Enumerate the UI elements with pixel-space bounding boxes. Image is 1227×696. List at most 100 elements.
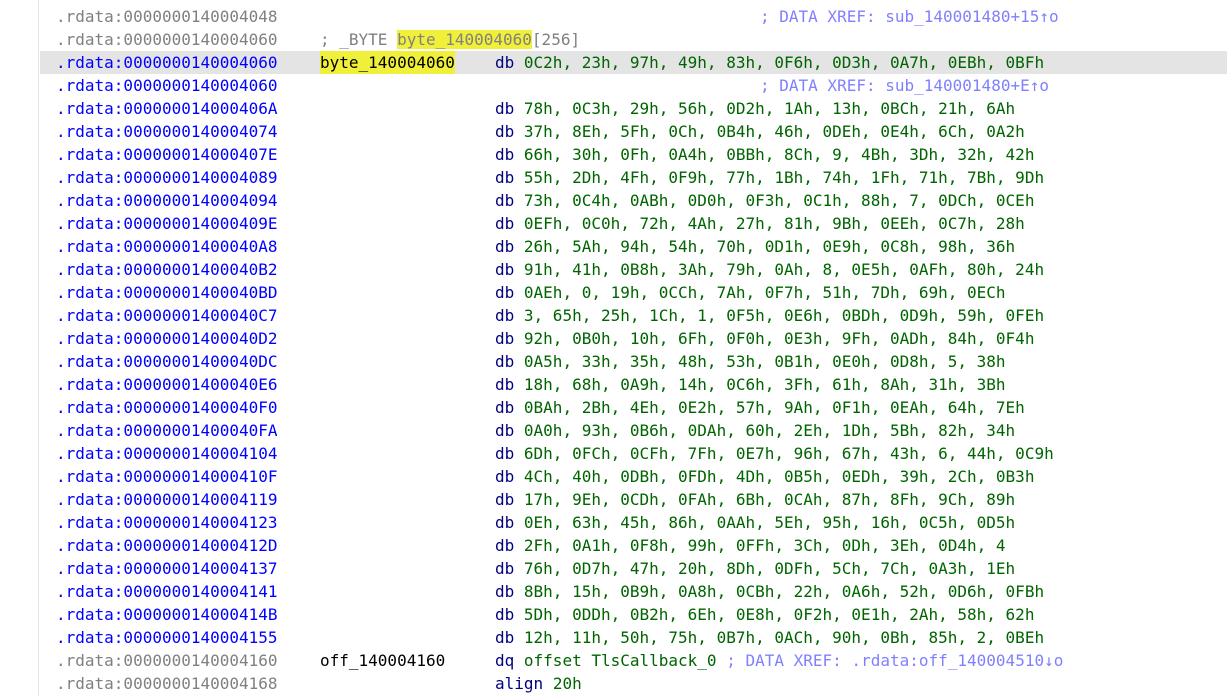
listing-line-data[interactable]: .rdata:00000001400040F0 db 0BAh, 2Bh, 4Eh… <box>40 396 1227 419</box>
line-address[interactable]: .rdata:0000000140004119 <box>56 488 278 511</box>
listing-line-data[interactable]: .rdata:000000014000412D db 2Fh, 0A1h, 0F8… <box>40 534 1227 557</box>
instruction[interactable]: db 76h, 0D7h, 47h, 20h, 8Dh, 0DFh, 5Ch, … <box>495 557 1015 580</box>
instruction[interactable]: db 5Dh, 0DDh, 0B2h, 6Eh, 0E8h, 0F2h, 0E1… <box>495 603 1034 626</box>
listing-line-data[interactable]: .rdata:0000000140004104 db 6Dh, 0FCh, 0CF… <box>40 442 1227 465</box>
listing-line-declaration[interactable]: .rdata:0000000140004060 ; _BYTE byte_140… <box>40 28 1227 51</box>
line-address[interactable]: .rdata:000000014000407E <box>56 143 278 166</box>
line-address[interactable]: .rdata:0000000140004060 <box>56 51 278 74</box>
listing-line-data[interactable]: .rdata:000000014000406A db 78h, 0C3h, 29h… <box>40 97 1227 120</box>
line-address[interactable]: .rdata:00000001400040C7 <box>56 304 278 327</box>
instruction[interactable]: db 17h, 9Eh, 0CDh, 0FAh, 6Bh, 0CAh, 87h,… <box>495 488 1015 511</box>
line-address[interactable]: .rdata:0000000140004168 <box>56 672 278 695</box>
listing-line-data[interactable]: .rdata:00000001400040B2 db 91h, 41h, 0B8h… <box>40 258 1227 281</box>
xref-comment[interactable]: ; DATA XREF: sub_140001480+15↑o <box>760 5 1059 28</box>
line-address[interactable]: .rdata:00000001400040BD <box>56 281 278 304</box>
mnemonic: db <box>495 145 515 164</box>
instruction[interactable]: db 2Fh, 0A1h, 0F8h, 99h, 0FFh, 3Ch, 0Dh,… <box>495 534 1006 557</box>
instruction[interactable]: db 55h, 2Dh, 4Fh, 0F9h, 77h, 1Bh, 74h, 1… <box>495 166 1044 189</box>
instruction[interactable]: db 8Bh, 15h, 0B9h, 0A8h, 0CBh, 22h, 0A6h… <box>495 580 1044 603</box>
line-address[interactable]: .rdata:00000001400040A8 <box>56 235 278 258</box>
mnemonic: db <box>495 398 515 417</box>
line-address[interactable]: .rdata:00000001400040D2 <box>56 327 278 350</box>
disassembly-view[interactable]: .rdata:0000000140004048 ; DATA XREF: sub… <box>0 0 1227 696</box>
listing-line-data[interactable]: .rdata:0000000140004094 db 73h, 0C4h, 0AB… <box>40 189 1227 212</box>
instruction[interactable]: db 0BAh, 2Bh, 4Eh, 0E2h, 57h, 9Ah, 0F1h,… <box>495 396 1025 419</box>
line-address[interactable]: .rdata:0000000140004048 <box>56 5 278 28</box>
instruction[interactable]: db 0Eh, 63h, 45h, 86h, 0AAh, 5Eh, 95h, 1… <box>495 511 1015 534</box>
line-address[interactable]: .rdata:000000014000410F <box>56 465 278 488</box>
highlighted-symbol[interactable]: byte_140004060 <box>397 30 532 49</box>
operands[interactable]: offset TlsCallback_0 <box>524 651 717 670</box>
instruction[interactable]: db 78h, 0C3h, 29h, 56h, 0D2h, 1Ah, 13h, … <box>495 97 1015 120</box>
listing-line-data[interactable]: .rdata:000000014000409E db 0EFh, 0C0h, 72… <box>40 212 1227 235</box>
instruction[interactable]: db 73h, 0C4h, 0ABh, 0D0h, 0F3h, 0C1h, 88… <box>495 189 1034 212</box>
listing-line-data[interactable]: .rdata:00000001400040DC db 0A5h, 33h, 35h… <box>40 350 1227 373</box>
line-address[interactable]: .rdata:0000000140004104 <box>56 442 278 465</box>
line-address[interactable]: .rdata:0000000140004094 <box>56 189 278 212</box>
listing-line-data[interactable]: .rdata:00000001400040A8 db 26h, 5Ah, 94h,… <box>40 235 1227 258</box>
listing-line-data[interactable]: .rdata:0000000140004137 db 76h, 0D7h, 47h… <box>40 557 1227 580</box>
line-address[interactable]: .rdata:0000000140004074 <box>56 120 278 143</box>
listing-line-data[interactable]: .rdata:00000001400040FA db 0A0h, 93h, 0B6… <box>40 419 1227 442</box>
gutter[interactable] <box>0 0 39 696</box>
line-address[interactable]: .rdata:00000001400040FA <box>56 419 278 442</box>
instruction[interactable]: db 18h, 68h, 0A9h, 14h, 0C6h, 3Fh, 61h, … <box>495 373 1006 396</box>
listing-line-data[interactable]: .rdata:000000014000407E db 66h, 30h, 0Fh,… <box>40 143 1227 166</box>
instruction[interactable]: dq offset TlsCallback_0 ; DATA XREF: .rd… <box>495 649 1063 672</box>
xref-comment[interactable]: ; DATA XREF: .rdata:off_140004510↓o <box>726 651 1063 670</box>
listing-line-data[interactable]: .rdata:00000001400040C7 db 3, 65h, 25h, 1… <box>40 304 1227 327</box>
instruction[interactable]: db 91h, 41h, 0B8h, 3Ah, 79h, 0Ah, 8, 0E5… <box>495 258 1044 281</box>
listing-line-selected[interactable]: .rdata:0000000140004060 byte_140004060 d… <box>40 51 1227 74</box>
instruction[interactable]: db 37h, 8Eh, 5Fh, 0Ch, 0B4h, 46h, 0DEh, … <box>495 120 1025 143</box>
instruction[interactable]: db 26h, 5Ah, 94h, 54h, 70h, 0D1h, 0E9h, … <box>495 235 1015 258</box>
listing-line-data[interactable]: .rdata:00000001400040D2 db 92h, 0B0h, 10h… <box>40 327 1227 350</box>
line-address[interactable]: .rdata:0000000140004123 <box>56 511 278 534</box>
line-address[interactable]: .rdata:0000000140004137 <box>56 557 278 580</box>
operands: 0A5h, 33h, 35h, 48h, 53h, 0B1h, 0E0h, 0D… <box>523 352 1006 371</box>
xref-comment[interactable]: ; DATA XREF: sub_140001480+E↑o <box>760 74 1049 97</box>
instruction[interactable]: db 6Dh, 0FCh, 0CFh, 7Fh, 0E7h, 96h, 67h,… <box>495 442 1054 465</box>
line-address[interactable]: .rdata:0000000140004155 <box>56 626 278 649</box>
line-address[interactable]: .rdata:0000000140004060 <box>56 28 278 51</box>
line-address[interactable]: .rdata:000000014000409E <box>56 212 278 235</box>
listing-line-data[interactable]: .rdata:0000000140004141 db 8Bh, 15h, 0B9h… <box>40 580 1227 603</box>
instruction[interactable]: db 66h, 30h, 0Fh, 0A4h, 0BBh, 8Ch, 9, 4B… <box>495 143 1034 166</box>
operands: 20h <box>552 674 582 693</box>
listing-line-data[interactable]: .rdata:0000000140004123 db 0Eh, 63h, 45h,… <box>40 511 1227 534</box>
listing-line-xref-top[interactable]: .rdata:0000000140004048 ; DATA XREF: sub… <box>40 5 1227 28</box>
line-address[interactable]: .rdata:000000014000406A <box>56 97 278 120</box>
listing-line-data[interactable]: .rdata:0000000140004155 db 12h, 11h, 50h,… <box>40 626 1227 649</box>
line-address[interactable]: .rdata:00000001400040E6 <box>56 373 278 396</box>
instruction[interactable]: db 92h, 0B0h, 10h, 6Fh, 0F0h, 0E3h, 9Fh,… <box>495 327 1034 350</box>
instruction[interactable]: db 12h, 11h, 50h, 75h, 0B7h, 0ACh, 90h, … <box>495 626 1044 649</box>
line-address[interactable]: .rdata:0000000140004160 <box>56 649 278 672</box>
listing-line-data[interactable]: .rdata:0000000140004074 db 37h, 8Eh, 5Fh,… <box>40 120 1227 143</box>
instruction[interactable]: db 0C2h, 23h, 97h, 49h, 83h, 0F6h, 0D3h,… <box>495 51 1044 74</box>
instruction[interactable]: db 4Ch, 40h, 0DBh, 0FDh, 4Dh, 0B5h, 0EDh… <box>495 465 1034 488</box>
instruction[interactable]: db 0A0h, 93h, 0B6h, 0DAh, 60h, 2Eh, 1Dh,… <box>495 419 1015 442</box>
listing-line-data[interactable]: .rdata:00000001400040BD db 0AEh, 0, 19h, … <box>40 281 1227 304</box>
line-address[interactable]: .rdata:0000000140004141 <box>56 580 278 603</box>
line-address[interactable]: .rdata:0000000140004060 <box>56 74 278 97</box>
listing-line-align[interactable]: .rdata:0000000140004168 align 20h <box>40 672 1227 695</box>
listing-line-data[interactable]: .rdata:0000000140004119 db 17h, 9Eh, 0CDh… <box>40 488 1227 511</box>
instruction[interactable]: db 3, 65h, 25h, 1Ch, 1, 0F5h, 0E6h, 0BDh… <box>495 304 1044 327</box>
listing-line-data[interactable]: .rdata:00000001400040E6 db 18h, 68h, 0A9h… <box>40 373 1227 396</box>
instruction[interactable]: db 0A5h, 33h, 35h, 48h, 53h, 0B1h, 0E0h,… <box>495 350 1006 373</box>
data-label[interactable]: byte_140004060 <box>320 51 455 74</box>
instruction[interactable]: db 0EFh, 0C0h, 72h, 4Ah, 27h, 81h, 9Bh, … <box>495 212 1025 235</box>
line-address[interactable]: .rdata:00000001400040F0 <box>56 396 278 419</box>
instruction[interactable]: db 0AEh, 0, 19h, 0CCh, 7Ah, 0F7h, 51h, 7… <box>495 281 1006 304</box>
line-address[interactable]: .rdata:0000000140004089 <box>56 166 278 189</box>
line-address[interactable]: .rdata:000000014000412D <box>56 534 278 557</box>
listing-line-data[interactable]: .rdata:000000014000410F db 4Ch, 40h, 0DBh… <box>40 465 1227 488</box>
data-label[interactable]: off_140004160 <box>320 649 445 672</box>
line-address[interactable]: .rdata:00000001400040DC <box>56 350 278 373</box>
listing-line-data[interactable]: .rdata:000000014000414B db 5Dh, 0DDh, 0B2… <box>40 603 1227 626</box>
line-address[interactable]: .rdata:000000014000414B <box>56 603 278 626</box>
listing-line-offset[interactable]: .rdata:0000000140004160 off_140004160 dq… <box>40 649 1227 672</box>
instruction[interactable]: align 20h <box>495 672 582 695</box>
listing-line-data[interactable]: .rdata:0000000140004089 db 55h, 2Dh, 4Fh,… <box>40 166 1227 189</box>
line-address[interactable]: .rdata:00000001400040B2 <box>56 258 278 281</box>
listing-line-xref[interactable]: .rdata:0000000140004060 ; DATA XREF: sub… <box>40 74 1227 97</box>
